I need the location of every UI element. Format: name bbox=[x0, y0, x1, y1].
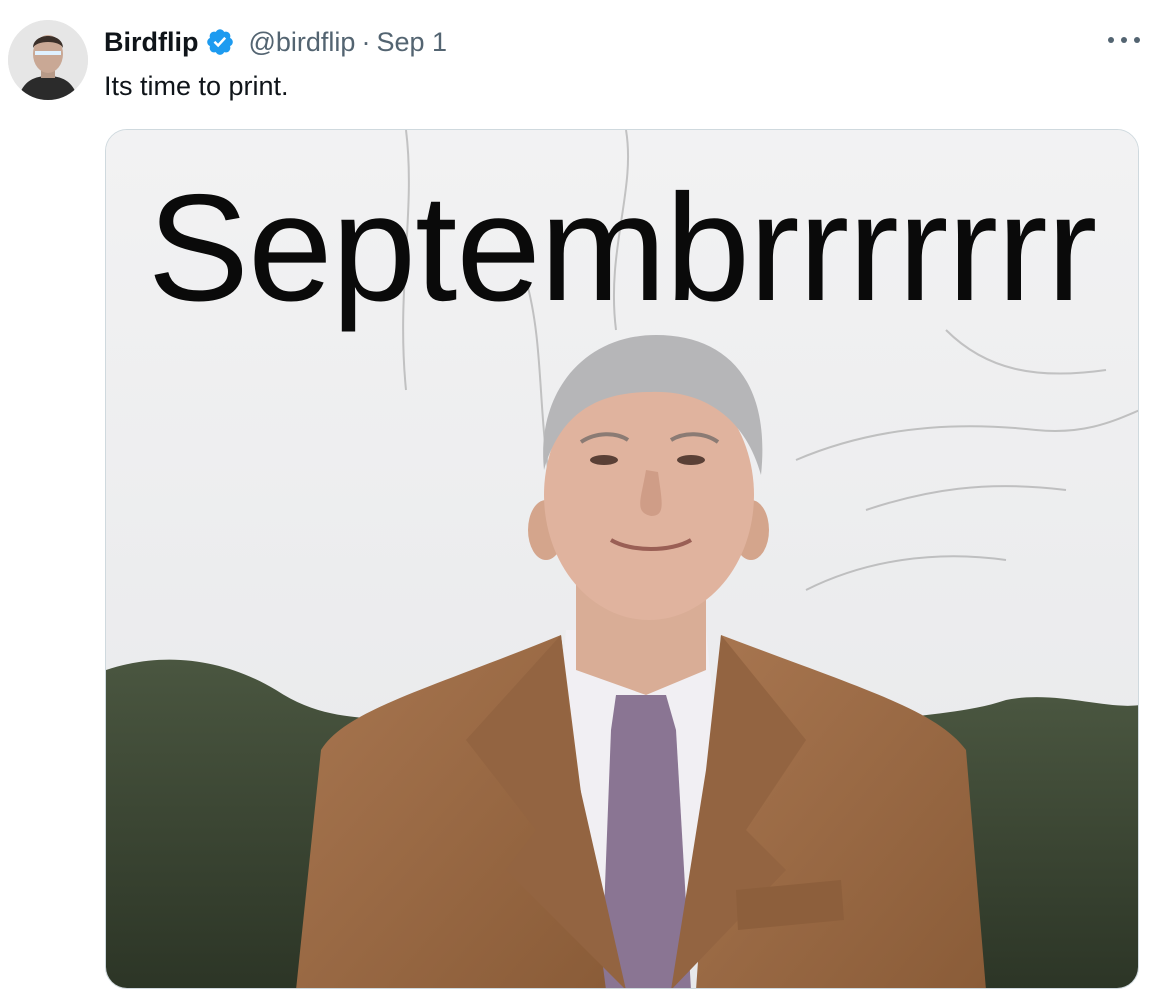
tweet-text: Its time to print. bbox=[104, 71, 289, 101]
tweet-header: Birdflip @birdflip · Sep 1 bbox=[104, 22, 447, 62]
image-caption: Septembrrrrrrr bbox=[147, 163, 1098, 333]
tweet[interactable]: Birdflip @birdflip · Sep 1 Its time to p… bbox=[0, 0, 1164, 997]
handle[interactable]: @birdflip bbox=[249, 27, 356, 58]
tweet-date[interactable]: Sep 1 bbox=[376, 27, 447, 58]
more-dot bbox=[1134, 37, 1140, 43]
more-dot bbox=[1121, 37, 1127, 43]
more-dot bbox=[1108, 37, 1114, 43]
more-options-icon[interactable] bbox=[1108, 26, 1140, 54]
tweet-media[interactable]: Septembrrrrrrr bbox=[105, 129, 1139, 989]
display-name[interactable]: Birdflip bbox=[104, 27, 199, 58]
verified-badge-icon bbox=[206, 29, 233, 55]
separator-dot: · bbox=[361, 26, 371, 57]
avatar-icon bbox=[8, 20, 88, 100]
avatar[interactable] bbox=[8, 20, 88, 100]
